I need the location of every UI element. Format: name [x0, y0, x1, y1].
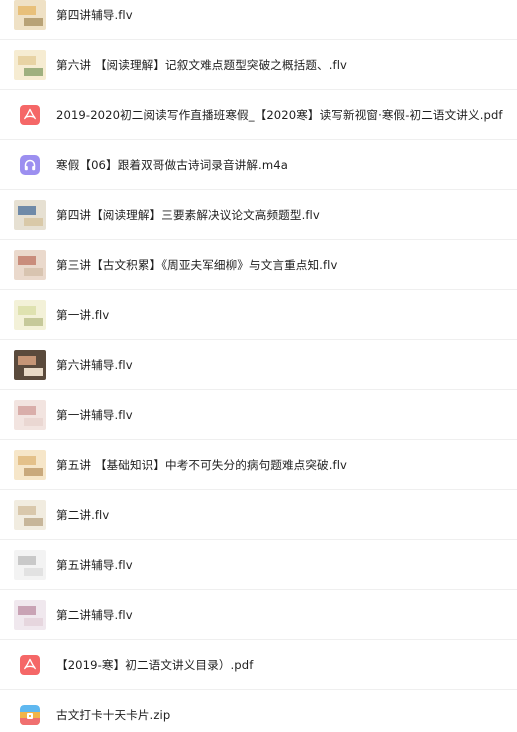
- video-thumbnail-icon: [14, 0, 46, 30]
- file-row[interactable]: 第二讲辅导.flv: [0, 590, 517, 640]
- video-thumbnail-icon: [14, 500, 46, 530]
- video-thumbnail-icon: [14, 50, 46, 80]
- pdf-file-icon: [20, 655, 40, 675]
- file-row[interactable]: 寒假【06】跟着双哥做古诗词录音讲解.m4a: [0, 140, 517, 190]
- file-name: 第六讲辅导.flv: [56, 358, 133, 372]
- file-name: 古文打卡十天卡片.zip: [56, 708, 171, 722]
- file-row[interactable]: 第五讲辅导.flv: [0, 540, 517, 590]
- video-thumbnail-icon: [14, 550, 46, 580]
- zip-archive-icon: [20, 705, 40, 725]
- file-row[interactable]: 第三讲【古文积累】《周亚夫军细柳》与文言重点知.flv: [0, 240, 517, 290]
- file-row[interactable]: 第一讲.flv: [0, 290, 517, 340]
- file-list: 第四讲辅导.flv 第六讲 【阅读理解】记叙文难点题型突破之概括题、.flv 201…: [0, 0, 517, 732]
- audio-file-icon: [20, 155, 40, 175]
- file-name: 第一讲辅导.flv: [56, 408, 133, 422]
- file-row[interactable]: 第五讲 【基础知识】中考不可失分的病句题难点突破.flv: [0, 440, 517, 490]
- file-name: 寒假【06】跟着双哥做古诗词录音讲解.m4a: [56, 158, 288, 172]
- video-thumbnail-icon: [14, 350, 46, 380]
- file-name: 第二讲.flv: [56, 508, 110, 522]
- pdf-file-icon: [20, 105, 40, 125]
- file-row[interactable]: 第四讲辅导.flv: [0, 0, 517, 40]
- video-thumbnail-icon: [14, 450, 46, 480]
- file-row[interactable]: 2019-2020初二阅读写作直播班寒假_【2020寒】读写新视窗·寒假-初二语…: [0, 90, 517, 140]
- file-name: 第一讲.flv: [56, 308, 110, 322]
- file-row[interactable]: 第六讲 【阅读理解】记叙文难点题型突破之概括题、.flv: [0, 40, 517, 90]
- file-name: 第二讲辅导.flv: [56, 608, 133, 622]
- video-thumbnail-icon: [14, 250, 46, 280]
- file-name: 2019-2020初二阅读写作直播班寒假_【2020寒】读写新视窗·寒假-初二语…: [56, 108, 503, 122]
- file-name: 第五讲辅导.flv: [56, 558, 133, 572]
- file-row[interactable]: 古文打卡十天卡片.zip: [0, 690, 517, 732]
- file-row[interactable]: 【2019-寒】初二语文讲义目录）.pdf: [0, 640, 517, 690]
- video-thumbnail-icon: [14, 300, 46, 330]
- file-row[interactable]: 第一讲辅导.flv: [0, 390, 517, 440]
- video-thumbnail-icon: [14, 400, 46, 430]
- file-name: 第四讲【阅读理解】三要素解决议论文高频题型.flv: [56, 208, 320, 222]
- video-thumbnail-icon: [14, 600, 46, 630]
- file-row[interactable]: 第二讲.flv: [0, 490, 517, 540]
- file-name: 第六讲 【阅读理解】记叙文难点题型突破之概括题、.flv: [56, 58, 347, 72]
- file-row[interactable]: 第六讲辅导.flv: [0, 340, 517, 390]
- file-name: 第四讲辅导.flv: [56, 8, 133, 22]
- file-row[interactable]: 第四讲【阅读理解】三要素解决议论文高频题型.flv: [0, 190, 517, 240]
- video-thumbnail-icon: [14, 200, 46, 230]
- file-name: 第三讲【古文积累】《周亚夫军细柳》与文言重点知.flv: [56, 258, 338, 272]
- file-name: 第五讲 【基础知识】中考不可失分的病句题难点突破.flv: [56, 458, 347, 472]
- file-name: 【2019-寒】初二语文讲义目录）.pdf: [56, 658, 254, 672]
